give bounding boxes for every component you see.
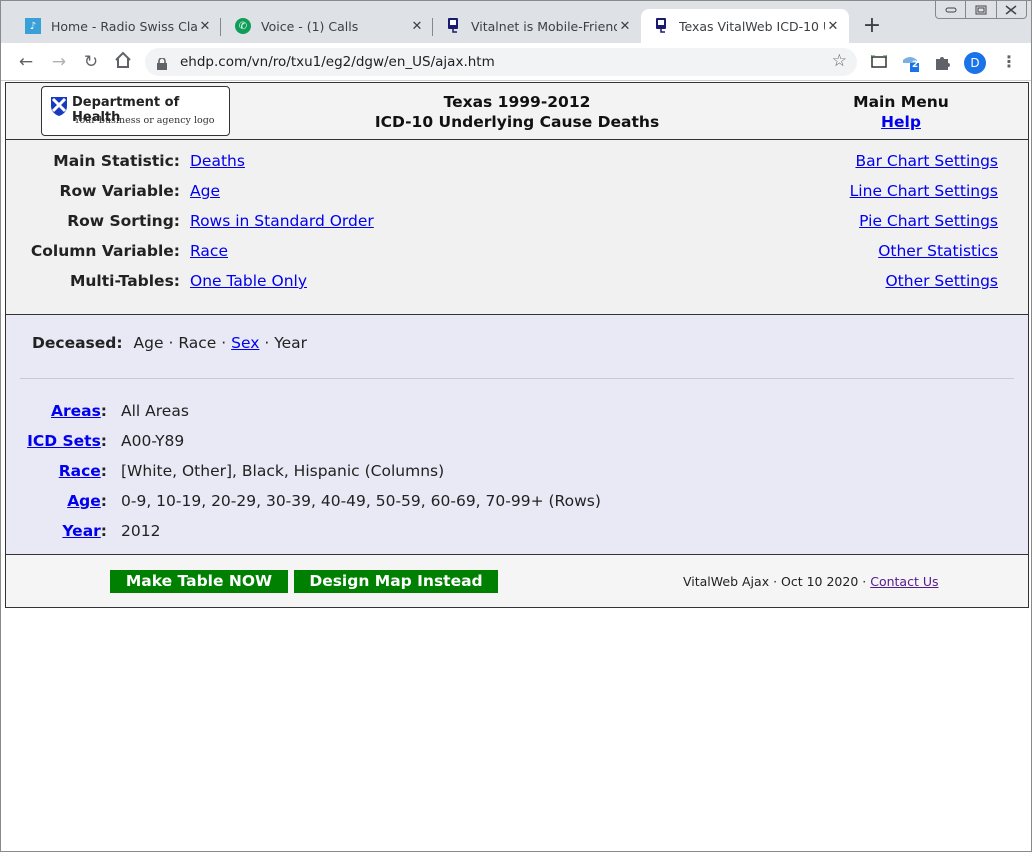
deceased-variables: Deceased: Age · Race · Sex · Year: [32, 332, 307, 354]
tab-google-voice[interactable]: ✆ Voice - (1) Calls ✕: [223, 9, 433, 43]
window-controls: [935, 1, 1027, 19]
colon: :: [100, 402, 107, 420]
reload-icon[interactable]: ↻: [80, 51, 102, 73]
setting-label: Multi-Tables:: [69, 272, 180, 290]
column-variable-link[interactable]: Race: [190, 240, 228, 262]
extensions-puzzle-icon[interactable]: [931, 51, 953, 73]
close-window-button[interactable]: [995, 1, 1026, 18]
browser-window: ♪ Home - Radio Swiss Classic ✕ ✆ Voice -…: [0, 0, 1032, 852]
lock-icon: [157, 55, 167, 70]
address-bar[interactable]: ehdp.com/vn/ro/txu1/eg2/dgw/en_US/ajax.h…: [145, 48, 857, 76]
filters-panel: Deceased: Age · Race · Sex · Year Areas:…: [6, 315, 1028, 555]
tab-title: Vitalnet is Mobile-Friendly: [471, 18, 617, 34]
tab-separator: [220, 18, 221, 36]
bookmark-star-icon[interactable]: ☆: [832, 51, 847, 71]
colon: :: [100, 522, 107, 540]
page-footer: Make Table NOW Design Map Instead VitalW…: [6, 555, 1028, 607]
setting-label: Main Statistic:: [53, 152, 180, 170]
setting-label: Column Variable:: [30, 242, 180, 260]
age-value: 0-9, 10-19, 20-29, 30-39, 40-49, 50-59, …: [121, 492, 601, 510]
deceased-race: Race: [178, 334, 217, 352]
line-chart-settings-link[interactable]: Line Chart Settings: [850, 180, 998, 202]
forward-icon[interactable]: →: [48, 51, 70, 73]
year-link[interactable]: Year: [62, 522, 100, 540]
race-value: [White, Other], Black, Hispanic (Columns…: [121, 462, 445, 480]
vitalnet-icon: [445, 18, 461, 34]
colon: :: [100, 432, 107, 450]
contact-us-link[interactable]: Contact Us: [870, 574, 938, 589]
other-statistics-link[interactable]: Other Statistics: [878, 240, 998, 262]
close-tab-icon[interactable]: ✕: [617, 19, 633, 34]
divider: [20, 378, 1014, 379]
back-icon[interactable]: ←: [15, 51, 37, 73]
help-link[interactable]: Help: [881, 113, 921, 131]
profile-avatar[interactable]: D: [964, 52, 986, 74]
credits-text: VitalWeb Ajax · Oct 10 2020 ·: [683, 574, 867, 589]
main-panel: Department of Health Your business or ag…: [5, 82, 1029, 608]
deceased-age: Age: [133, 334, 164, 352]
other-settings-link[interactable]: Other Settings: [885, 270, 998, 292]
areas-value: All Areas: [121, 402, 189, 420]
vitalnet-icon: [653, 18, 669, 34]
separator: ·: [264, 334, 270, 352]
colon: :: [100, 492, 107, 510]
minimize-button[interactable]: [936, 1, 965, 18]
screen-capture-icon[interactable]: [868, 51, 890, 73]
close-tab-icon[interactable]: ✕: [197, 19, 213, 34]
design-map-button[interactable]: Design Map Instead: [294, 570, 498, 593]
home-icon[interactable]: [112, 51, 134, 73]
tab-vitalnet-mobile[interactable]: Vitalnet is Mobile-Friendly ✕: [433, 9, 641, 43]
extension-badge-count: 2: [912, 60, 919, 70]
deceased-sex-link[interactable]: Sex: [231, 334, 259, 352]
deceased-label: Deceased:: [32, 334, 123, 352]
bar-chart-settings-link[interactable]: Bar Chart Settings: [855, 150, 998, 172]
page-header: Department of Health Your business or ag…: [6, 83, 1028, 140]
credits: VitalWeb Ajax · Oct 10 2020 · Contact Us: [683, 574, 939, 589]
multi-tables-link[interactable]: One Table Only: [190, 270, 307, 292]
new-tab-button[interactable]: +: [861, 15, 883, 37]
age-link[interactable]: Age: [67, 492, 101, 510]
make-table-button[interactable]: Make Table NOW: [110, 570, 288, 593]
close-tab-icon[interactable]: ✕: [409, 19, 425, 34]
menu-kebab-icon[interactable]: ⋮: [1001, 52, 1017, 72]
tab-strip: ♪ Home - Radio Swiss Classic ✕ ✆ Voice -…: [1, 1, 1031, 43]
main-statistic-link[interactable]: Deaths: [190, 150, 245, 172]
close-tab-icon[interactable]: ✕: [825, 19, 841, 34]
icd-sets-link[interactable]: ICD Sets: [27, 432, 101, 450]
row-sorting-link[interactable]: Rows in Standard Order: [190, 210, 374, 232]
icd-sets-value: A00-Y89: [121, 432, 185, 450]
browser-toolbar: ← → ↻ ehdp.com/vn/ro/txu1/eg2/dgw/en_US/…: [1, 43, 1031, 81]
tab-texas-vitalweb[interactable]: Texas VitalWeb ICD-10 Unc ✕: [641, 9, 849, 43]
separator: ·: [168, 334, 174, 352]
table-settings: Main Statistic: Deaths Row Variable: Age…: [6, 140, 1028, 315]
url-text: ehdp.com/vn/ro/txu1/eg2/dgw/en_US/ajax.h…: [180, 54, 495, 70]
tab-title: Home - Radio Swiss Classic: [51, 18, 197, 34]
setting-label: Row Variable:: [59, 182, 180, 200]
google-voice-icon: ✆: [235, 18, 251, 34]
separator: ·: [221, 334, 227, 352]
maximize-button[interactable]: [965, 1, 995, 18]
row-variable-link[interactable]: Age: [190, 180, 220, 202]
tab-radio-swiss[interactable]: ♪ Home - Radio Swiss Classic ✕: [1, 9, 221, 43]
year-value: 2012: [121, 522, 161, 540]
setting-label: Row Sorting:: [67, 212, 180, 230]
page-content: Department of Health Your business or ag…: [5, 82, 1029, 608]
race-link[interactable]: Race: [59, 462, 101, 480]
main-menu: Main Menu Help: [826, 92, 976, 132]
pie-chart-settings-link[interactable]: Pie Chart Settings: [859, 210, 998, 232]
main-menu-label[interactable]: Main Menu: [826, 92, 976, 112]
areas-link[interactable]: Areas: [51, 402, 101, 420]
tab-title: Texas VitalWeb ICD-10 Unc: [679, 18, 825, 34]
deceased-year: Year: [274, 334, 308, 352]
colon: :: [100, 462, 107, 480]
extension-badge-icon[interactable]: 2: [900, 51, 922, 73]
tab-title: Voice - (1) Calls: [261, 18, 359, 34]
radio-swiss-icon: ♪: [25, 18, 41, 34]
